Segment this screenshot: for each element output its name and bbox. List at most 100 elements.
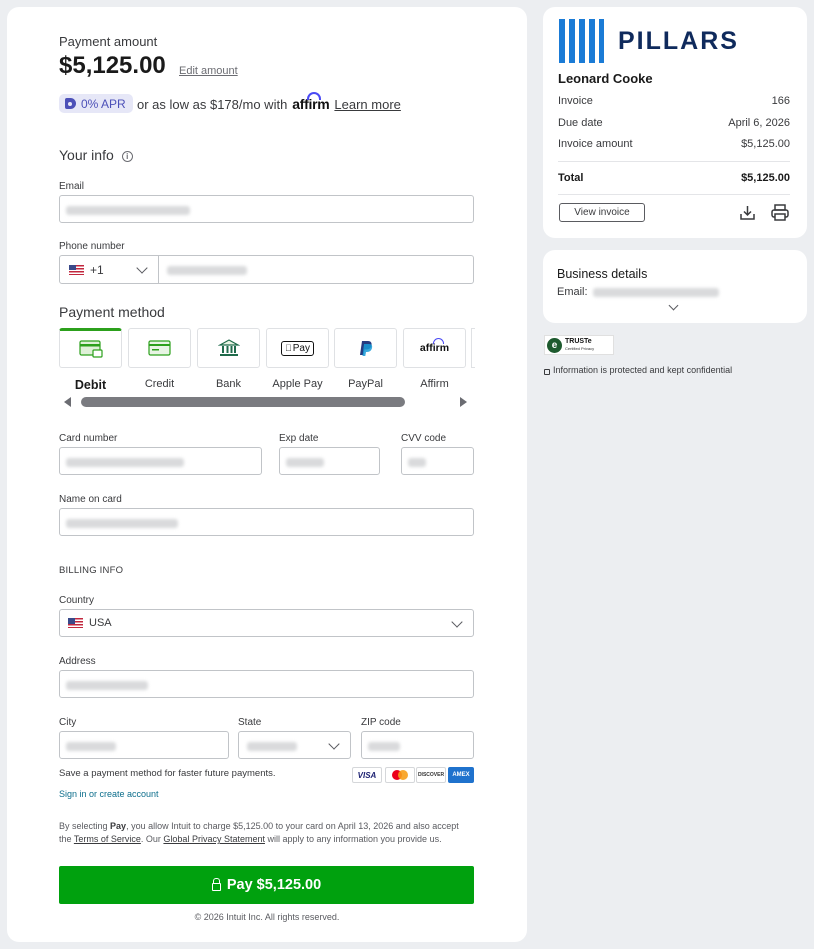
privacy-link[interactable]: Global Privacy Statement <box>163 834 265 844</box>
due-date-row: Due date April 6, 2026 <box>558 117 790 129</box>
card-number-field[interactable] <box>59 447 262 475</box>
pay-button[interactable]: Pay $5,125.00 <box>59 866 474 904</box>
tab-affirm-label: Affirm <box>420 378 449 390</box>
payment-form-card: Payment amount $5,125.00 Edit amount 0% … <box>7 7 527 942</box>
debit-card-icon <box>78 340 103 358</box>
total-row: Total $5,125.00 <box>558 172 790 184</box>
legal-text: By selecting Pay, you allow Intuit to ch… <box>59 821 459 844</box>
affirm-icon: affirm <box>420 338 449 354</box>
affirm-logo: affirm <box>292 92 330 112</box>
print-icon[interactable] <box>771 204 789 221</box>
invoice-amount-row: Invoice amount $5,125.00 <box>558 138 790 150</box>
scroll-left-icon[interactable] <box>64 397 71 407</box>
payment-method-heading: Payment method <box>59 304 165 320</box>
learn-more-link[interactable]: Learn more <box>334 97 400 112</box>
pay-button-label: Pay $5,125.00 <box>226 877 322 893</box>
zip-field[interactable] <box>361 731 474 759</box>
pillars-logo-icon <box>559 19 604 63</box>
tab-scrollbar[interactable] <box>81 397 405 407</box>
address-field[interactable] <box>59 670 474 698</box>
email-field[interactable] <box>59 195 474 223</box>
company-name: PILLARS <box>618 26 739 55</box>
mastercard-icon <box>385 767 415 783</box>
apple-pay-icon: Pay <box>281 340 314 356</box>
business-details-card: Business details Email: <box>543 250 807 323</box>
scroll-right-icon[interactable] <box>460 397 467 407</box>
tag-icon <box>65 98 76 109</box>
chevron-down-icon <box>328 738 340 750</box>
truste-seal-icon: e <box>547 337 562 353</box>
billing-info-heading: BILLING INFO <box>59 565 124 576</box>
name-on-card-field[interactable] <box>59 508 474 536</box>
tab-overflow-edge <box>471 328 475 368</box>
business-email: Email: <box>557 286 719 298</box>
chevron-down-icon <box>136 262 148 274</box>
discover-icon: DISCOVER <box>416 767 446 783</box>
tab-credit-label: Credit <box>144 378 175 390</box>
divider <box>558 161 790 162</box>
save-method-text: Save a payment method for faster future … <box>59 768 276 779</box>
divider <box>558 194 790 195</box>
phone-input[interactable] <box>158 255 474 284</box>
exp-date-field[interactable] <box>279 447 380 475</box>
bank-icon <box>217 339 240 356</box>
tab-paypal-label: PayPal <box>348 378 383 390</box>
chevron-down-icon <box>451 616 463 628</box>
invoice-summary-card: PILLARS Leonard Cooke Invoice 166 Due dat… <box>543 7 807 238</box>
card-number-label: Card number <box>59 433 118 444</box>
phone-country-code: +1 <box>90 262 104 277</box>
view-invoice-button[interactable]: View invoice <box>559 203 645 222</box>
truste-badge[interactable]: e TRUSTe Certified Privacy <box>544 335 614 355</box>
info-icon[interactable]: i <box>121 151 133 162</box>
financing-description: or as low as $178/mo with <box>137 97 288 112</box>
exp-date-label: Exp date <box>279 433 319 444</box>
download-icon[interactable] <box>739 204 756 221</box>
credit-card-icon <box>147 340 171 356</box>
tab-credit[interactable] <box>128 328 191 368</box>
financing-text: or as low as $178/mo with affirm Learn m… <box>137 92 401 112</box>
edit-amount-link[interactable]: Edit amount <box>179 65 238 77</box>
apr-badge-text: 0% APR <box>81 96 126 111</box>
payment-amount: $5,125.00 <box>59 52 166 79</box>
apr-badge: 0% APR <box>59 94 133 113</box>
tab-bank-label: Bank <box>215 378 242 390</box>
cvv-label: CVV code <box>401 433 447 444</box>
us-flag-icon <box>68 618 83 628</box>
tab-affirm[interactable]: affirm <box>403 328 466 368</box>
city-label: City <box>59 717 77 728</box>
sign-in-link[interactable]: Sign in or create account <box>59 789 159 799</box>
company-logo: PILLARS <box>558 19 739 63</box>
country-label: Country <box>59 595 95 606</box>
phone-label: Phone number <box>59 241 125 252</box>
country-select[interactable]: USA <box>59 609 474 637</box>
amex-icon: AMEX <box>448 767 474 783</box>
your-info-heading: Your info i <box>59 147 133 163</box>
invoice-number-row: Invoice 166 <box>558 95 790 107</box>
customer-name: Leonard Cooke <box>558 71 653 86</box>
visa-icon: VISA <box>352 767 382 783</box>
zip-label: ZIP code <box>361 717 401 728</box>
phone-country-select[interactable]: +1 <box>59 255 159 284</box>
payment-amount-label: Payment amount <box>59 34 158 49</box>
copyright: © 2026 Intuit Inc. All rights reserved. <box>194 912 340 922</box>
tab-debit-label: Debit <box>74 378 107 392</box>
lock-icon <box>211 877 221 891</box>
name-on-card-label: Name on card <box>59 494 122 505</box>
terms-link[interactable]: Terms of Service <box>74 834 141 844</box>
tab-bank[interactable] <box>197 328 260 368</box>
us-flag-icon <box>69 264 84 275</box>
tab-debit[interactable] <box>59 328 122 368</box>
cvv-field[interactable] <box>401 447 474 475</box>
chevron-down-icon[interactable] <box>668 300 679 311</box>
tab-paypal[interactable] <box>334 328 397 368</box>
lock-icon <box>544 368 550 375</box>
state-label: State <box>238 717 262 728</box>
country-value: USA <box>89 617 112 629</box>
state-select[interactable] <box>238 731 351 759</box>
tab-apple-pay[interactable]: Pay <box>266 328 329 368</box>
security-note: Information is protected and kept confid… <box>544 365 732 375</box>
paypal-icon <box>359 340 372 356</box>
city-field[interactable] <box>59 731 229 759</box>
tab-apple-pay-label: Apple Pay <box>272 378 323 390</box>
email-label: Email <box>59 181 85 192</box>
